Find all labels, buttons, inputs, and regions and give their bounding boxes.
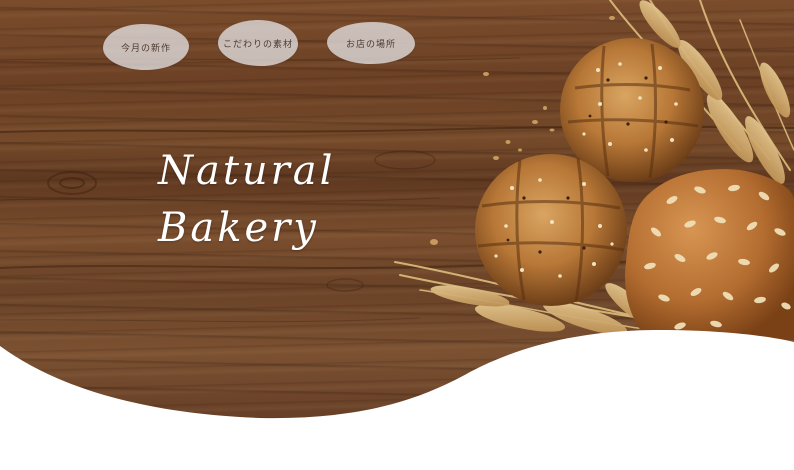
bottom-wave-divider	[0, 330, 794, 470]
hero-section: 今月の新作 こだわりの素材 お店の場所 Natural Bakery	[0, 0, 794, 470]
